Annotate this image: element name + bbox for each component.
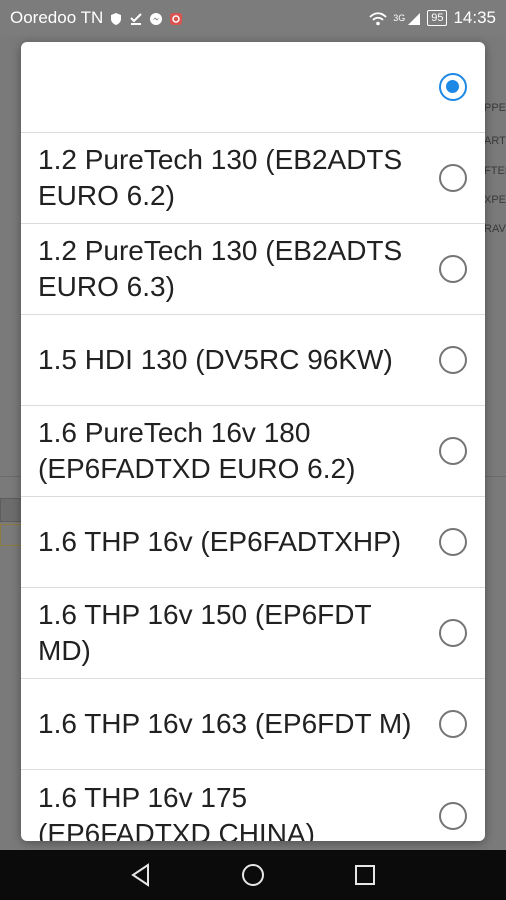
radio-button[interactable] <box>439 437 467 465</box>
back-triangle-icon <box>131 863 149 887</box>
back-button[interactable] <box>85 850 197 900</box>
option-empty[interactable] <box>21 42 485 133</box>
radio-button[interactable] <box>439 801 467 830</box>
radio-button[interactable] <box>439 528 467 556</box>
radio-button[interactable] <box>439 619 467 647</box>
option-label: 1.2 PureTech 130 (EB2ADTS EURO 6.2) <box>38 144 403 211</box>
option-label: 1.6 THP 16v (EP6FADTXHP) <box>38 526 402 557</box>
option-label: 1.5 HDI 130 (DV5RC 96KW) <box>38 344 393 375</box>
background-text: ART <box>484 135 506 147</box>
shield-icon <box>109 11 123 25</box>
option-item[interactable]: 1.2 PureTech 130 (EB2ADTS EURO 6.2) <box>21 133 485 224</box>
background-text: RAV <box>484 223 506 235</box>
option-item[interactable]: 1.6 THP 16v (EP6FADTXHP) <box>21 497 485 588</box>
option-item[interactable]: 1.6 THP 16v 163 (EP6FDT M) <box>21 679 485 770</box>
radio-button[interactable] <box>439 255 467 283</box>
option-item[interactable]: 1.6 THP 16v 175 (EP6FADTXD CHINA) <box>21 770 485 841</box>
option-label: 1.6 THP 16v 150 (EP6FDT MD) <box>38 599 372 666</box>
recents-button[interactable] <box>309 850 421 900</box>
radio-button[interactable] <box>439 710 467 738</box>
option-label: 1.6 PureTech 16v 180 (EP6FADTXD EURO 6.2… <box>38 417 356 484</box>
background-text: FTEI <box>484 165 506 177</box>
wifi-icon <box>369 11 387 26</box>
background-text: PPE <box>484 102 506 114</box>
messenger-icon <box>149 11 163 25</box>
radio-button[interactable] <box>439 346 467 374</box>
option-label: 1.6 THP 16v 175 (EP6FADTXD CHINA) <box>38 781 315 842</box>
clock: 14:35 <box>453 8 496 27</box>
navigation-bar <box>0 850 506 900</box>
option-item[interactable]: 1.6 THP 16v 150 (EP6FDT MD) <box>21 588 485 679</box>
option-label: 1.2 PureTech 130 (EB2ADTS EURO 6.3) <box>38 235 403 302</box>
recents-square-icon <box>355 865 375 885</box>
carrier-name: Ooredoo TN <box>10 8 104 27</box>
radio-button[interactable] <box>439 164 467 192</box>
option-item[interactable]: 1.5 HDI 130 (DV5RC 96KW) <box>21 315 485 406</box>
network-type-label: 3G <box>393 13 406 23</box>
option-item[interactable]: 1.6 PureTech 16v 180 (EP6FADTXD EURO 6.2… <box>21 406 485 497</box>
engine-selection-dialog: 1.2 PureTech 130 (EB2ADTS EURO 6.2) 1.2 … <box>21 42 485 841</box>
status-bar: Ooredoo TN 3G 95 14:35 <box>0 0 506 36</box>
home-circle-icon <box>242 864 264 886</box>
signal-icon <box>407 11 421 25</box>
home-button[interactable] <box>197 850 309 900</box>
battery-level: 95 <box>427 10 448 26</box>
option-label: 1.6 THP 16v 163 (EP6FDT M) <box>38 708 412 739</box>
download-done-icon <box>129 11 143 25</box>
background-text: XPE <box>484 194 506 206</box>
app-notification-icon <box>169 11 183 25</box>
radio-button-checked[interactable] <box>439 73 467 101</box>
option-item[interactable]: 1.2 PureTech 130 (EB2ADTS EURO 6.3) <box>21 224 485 315</box>
